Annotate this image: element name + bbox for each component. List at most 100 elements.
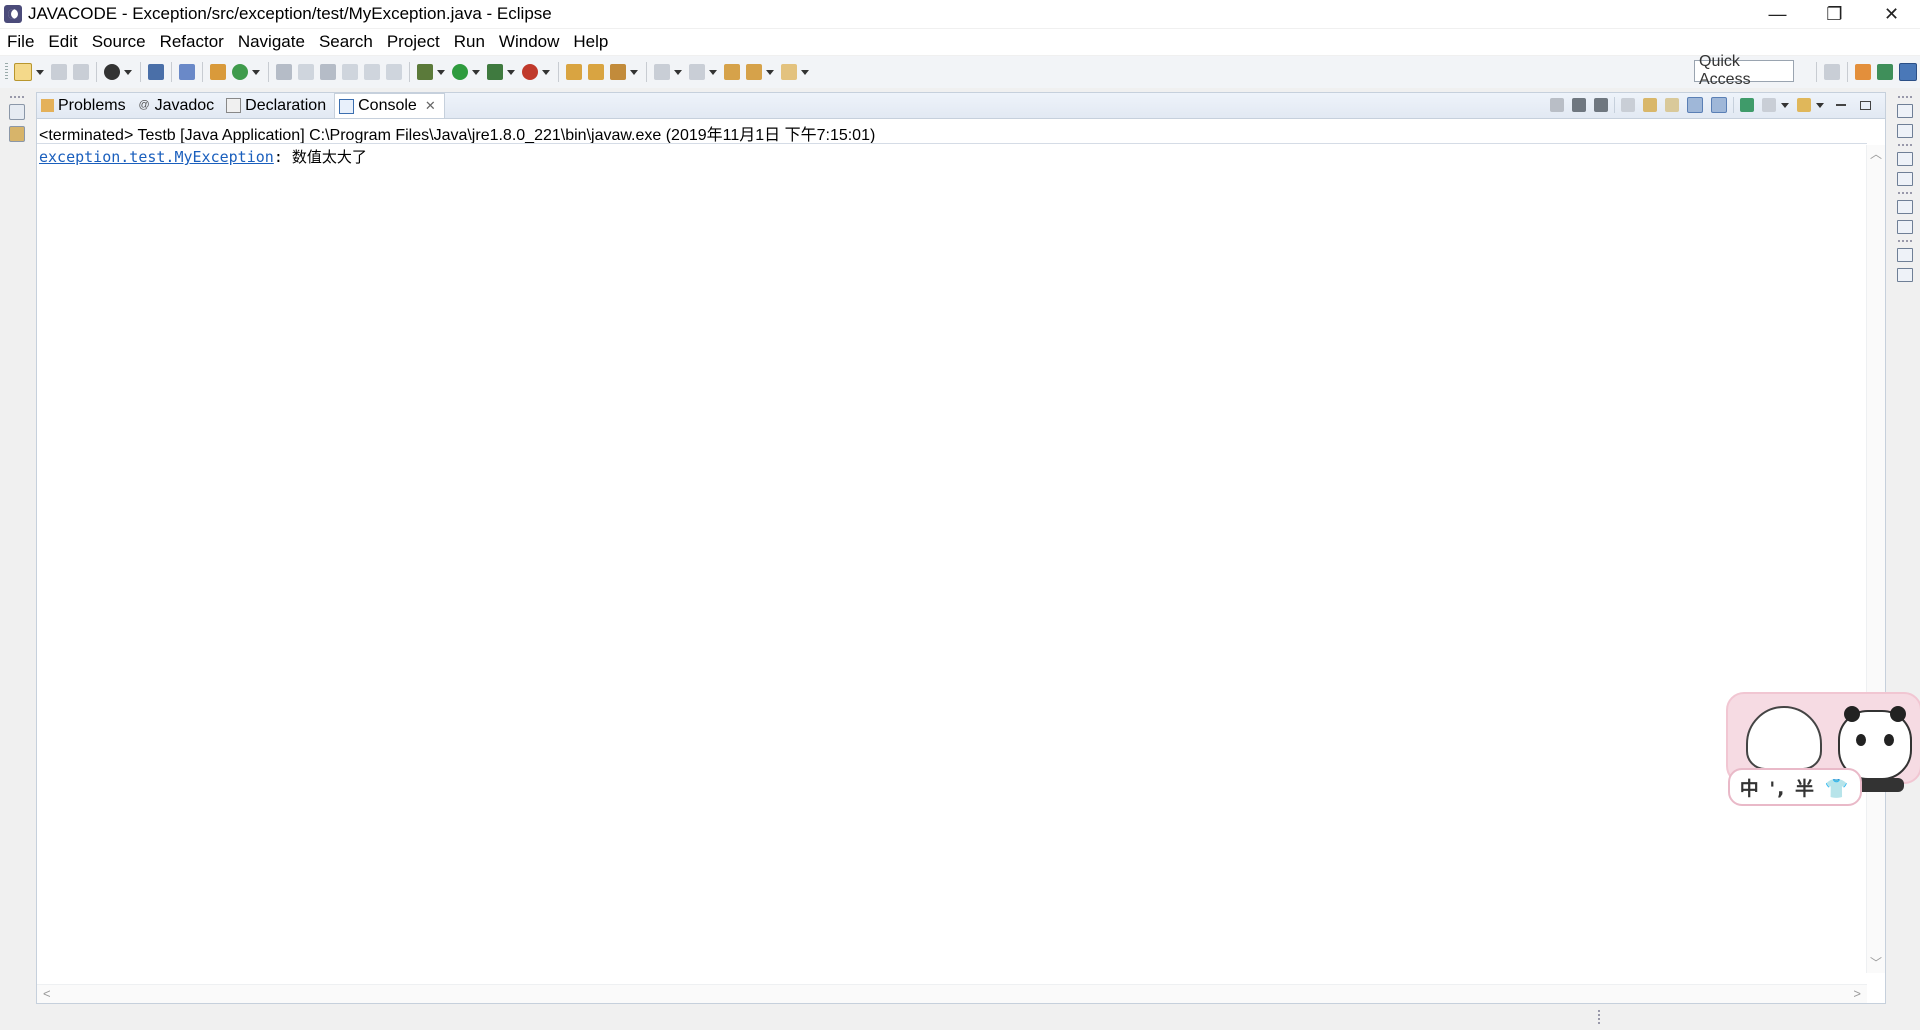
coverage-dropdown[interactable] [507,69,515,75]
trim-grip[interactable] [1898,144,1912,146]
back-icon[interactable] [746,64,762,80]
new-java-project-icon[interactable] [210,64,226,80]
restore-icon[interactable] [1897,152,1913,166]
menu-source[interactable]: Source [85,32,153,52]
link-icon[interactable] [320,64,336,80]
tab-declaration[interactable]: Declaration [222,93,334,118]
outline-icon[interactable] [1897,220,1913,234]
debug-dropdown[interactable] [437,69,445,75]
open-console-icon[interactable] [1797,98,1811,112]
new-icon[interactable] [14,63,32,81]
exception-link[interactable]: exception.test.MyException [39,148,274,166]
status-grip[interactable] [1598,1010,1600,1026]
forward-icon[interactable] [781,64,797,80]
java-perspective-icon[interactable] [1899,63,1917,81]
view-icon[interactable] [1897,268,1913,282]
previous-annotation-icon[interactable] [689,64,705,80]
ime-status[interactable]: 中 ', 半 👕 [1728,768,1862,806]
next-annotation-dropdown[interactable] [674,69,682,75]
show-on-stdout-icon[interactable] [1687,97,1703,113]
debug-icon[interactable] [417,64,433,80]
show-whitespace-icon[interactable] [386,64,402,80]
toolbar-grip[interactable] [5,63,8,81]
search-icon[interactable] [610,64,626,80]
open-type-icon[interactable] [566,64,582,80]
save-icon[interactable] [51,64,67,80]
menu-search[interactable]: Search [312,32,380,52]
run-dropdown[interactable] [472,69,480,75]
java-ee-perspective-icon[interactable] [1855,64,1871,80]
show-on-stderr-icon[interactable] [1711,97,1727,113]
ime-toolbar[interactable]: 中 ', 半 👕 [1726,692,1920,812]
menu-refactor[interactable]: Refactor [153,32,231,52]
external-tools-icon[interactable] [522,64,538,80]
coverage-icon[interactable] [487,64,503,80]
trim-grip[interactable] [1898,192,1912,194]
annotation-icon[interactable] [276,64,292,80]
pin-console-icon[interactable] [1740,98,1754,112]
tab-console[interactable]: Console ✕ [334,93,445,118]
close-button[interactable]: ✕ [1863,0,1920,28]
terminate-icon[interactable] [1550,98,1564,112]
display-console-dropdown[interactable] [1781,102,1789,108]
minimize-view-icon[interactable] [1836,104,1846,106]
back-dropdown[interactable] [766,69,774,75]
vertical-scrollbar[interactable]: ︿ ﹀ [1866,145,1885,973]
user-icon[interactable] [104,64,120,80]
restore-icon[interactable] [1897,200,1913,214]
last-edit-icon[interactable] [724,64,740,80]
menu-help[interactable]: Help [566,32,615,52]
restore-icon[interactable] [9,104,25,120]
menu-edit[interactable]: Edit [41,32,84,52]
run-icon[interactable] [452,64,468,80]
scroll-left-icon[interactable]: < [43,986,51,1001]
clear-console-icon[interactable] [1621,98,1635,112]
task-list-icon[interactable] [1897,172,1913,186]
console-toggle-icon[interactable] [148,64,164,80]
debug-perspective-icon[interactable] [1877,64,1893,80]
minimize-button[interactable]: — [1749,0,1806,28]
word-wrap-icon[interactable] [1665,98,1679,112]
tab-javadoc[interactable]: @ Javadoc [134,93,223,118]
scroll-up-icon[interactable]: ︿ [1867,145,1885,162]
scroll-lock-icon[interactable] [1643,98,1657,112]
new-dropdown[interactable] [36,69,44,75]
restore-button[interactable]: ❐ [1806,0,1863,28]
editor-icon[interactable] [1897,124,1913,138]
open-task-icon[interactable] [588,64,604,80]
format-icon[interactable] [364,64,380,80]
open-console-dropdown[interactable] [1816,102,1824,108]
trim-grip[interactable] [1898,240,1912,242]
trim-grip[interactable] [1898,96,1912,98]
menu-navigate[interactable]: Navigate [231,32,312,52]
maximize-view-icon[interactable] [1860,100,1871,110]
horizontal-scrollbar[interactable]: < > [37,984,1867,1003]
restore-icon[interactable] [1897,248,1913,262]
menu-run[interactable]: Run [447,32,492,52]
display-console-icon[interactable] [1762,98,1776,112]
scroll-right-icon[interactable]: > [1853,986,1861,1001]
new-class-icon[interactable] [232,64,248,80]
external-tools-dropdown[interactable] [542,69,550,75]
user-dropdown[interactable] [124,69,132,75]
search-dropdown[interactable] [630,69,638,75]
forward-dropdown[interactable] [801,69,809,75]
quick-access-input[interactable]: Quick Access [1694,53,1794,88]
trim-grip[interactable] [10,96,24,98]
save-all-icon[interactable] [73,64,89,80]
menu-file[interactable]: File [0,32,41,52]
menu-project[interactable]: Project [380,32,447,52]
package-explorer-icon[interactable] [9,126,25,142]
previous-annotation-dropdown[interactable] [709,69,717,75]
new-class-dropdown[interactable] [252,69,260,75]
block-select-icon[interactable] [342,64,358,80]
remove-launch-icon[interactable] [1572,98,1586,112]
menu-window[interactable]: Window [492,32,566,52]
remove-all-terminated-icon[interactable] [1594,98,1608,112]
skip-breakpoints-icon[interactable] [179,64,195,80]
scroll-down-icon[interactable]: ﹀ [1867,954,1885,971]
restore-icon[interactable] [1897,104,1913,118]
tab-problems[interactable]: Problems [37,93,134,118]
open-perspective-icon[interactable] [1824,64,1840,80]
close-icon[interactable]: ✕ [425,98,436,114]
